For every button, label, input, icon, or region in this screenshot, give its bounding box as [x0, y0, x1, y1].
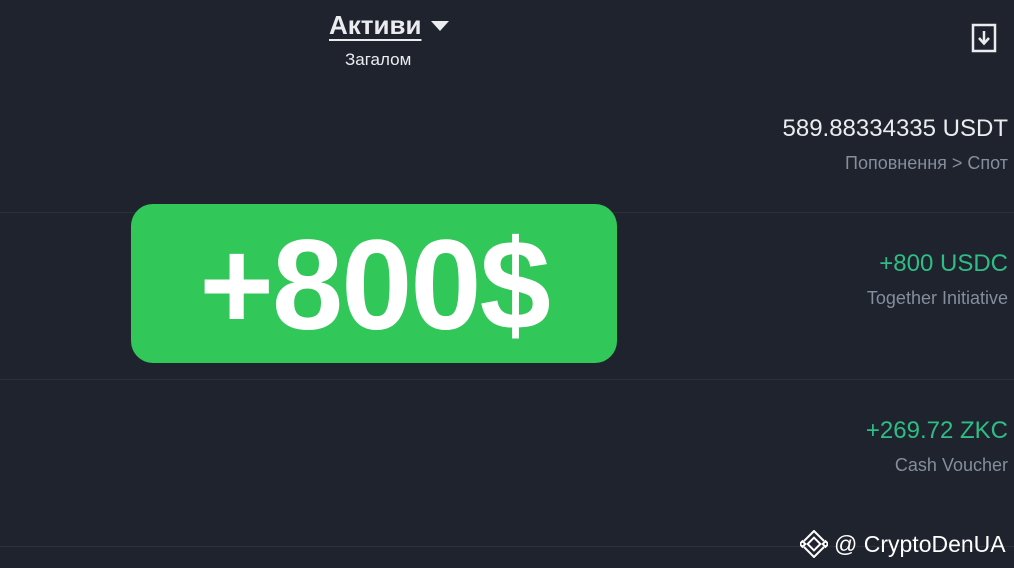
download-button[interactable] [971, 23, 997, 53]
caret-down-icon[interactable] [431, 20, 450, 31]
bonus-overlay-badge: +800$ [131, 204, 617, 363]
download-icon[interactable] [971, 23, 997, 53]
transaction-amount: 589.88334335 USDT [782, 115, 1009, 142]
transaction-row[interactable]: +269.72 ZKC Cash Voucher [0, 416, 1008, 476]
transaction-description: Поповнення > Спот [845, 153, 1008, 173]
transaction-amount: +269.72 ZKC [865, 417, 1008, 444]
binance-logo-icon [800, 530, 828, 558]
bonus-overlay-label: +800$ [199, 213, 550, 357]
watermark: @ CryptoDenUA [800, 530, 1006, 558]
page-title[interactable]: Активи [329, 10, 421, 41]
watermark-handle: @ CryptoDenUA [834, 530, 1006, 557]
page-subtitle: Загалом [345, 50, 412, 69]
assets-history-screen: Активи Загалом 589.88334335 USDT Поповне… [0, 0, 1014, 568]
assets-dropdown[interactable]: Активи [329, 10, 450, 41]
row-divider [0, 379, 1014, 380]
transaction-row[interactable]: 589.88334335 USDT Поповнення > Спот [0, 114, 1009, 174]
transaction-description: Cash Voucher [894, 455, 1008, 475]
